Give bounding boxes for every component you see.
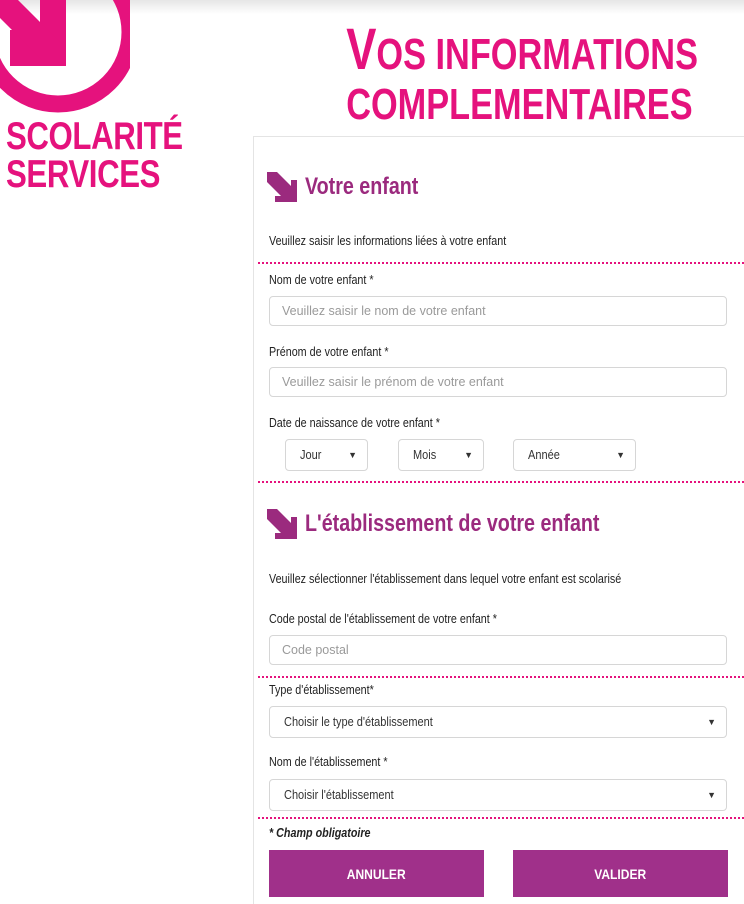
chevron-down-icon: ▼	[464, 450, 473, 460]
page-title-line-2: COMPLEMENTAIRES	[346, 80, 693, 129]
brand-line-1: SCOLARITÉ	[6, 115, 183, 158]
arrow-down-right-icon	[267, 509, 297, 539]
chevron-down-icon: ▼	[348, 450, 357, 460]
section-school-title: L'établissement de votre enfant	[305, 510, 600, 537]
section-child-description: Veuillez saisir les informations liées à…	[269, 234, 507, 248]
school-name-label: Nom de l'établissement *	[269, 755, 388, 769]
postal-code-label: Code postal de l'établissement de votre …	[269, 612, 497, 626]
chevron-down-icon: ▼	[707, 790, 716, 800]
validate-button-label: VALIDER	[594, 865, 647, 882]
dotted-separator	[258, 481, 744, 483]
cancel-button-label: ANNULER	[347, 865, 406, 882]
section-school-header: L'établissement de votre enfant	[267, 509, 664, 539]
child-name-label: Nom de votre enfant *	[269, 273, 374, 287]
dotted-separator	[258, 262, 744, 264]
birth-year-select[interactable]: Année ▼	[513, 439, 636, 471]
section-child-header: Votre enfant	[267, 172, 443, 202]
birth-month-value: Mois	[413, 448, 437, 462]
school-type-label: Type d'établissement*	[269, 683, 374, 697]
child-firstname-input[interactable]	[269, 367, 727, 397]
page-title-initial: V	[346, 17, 377, 82]
page-title: VOS INFORMATIONS COMPLEMENTAIRES	[300, 21, 720, 129]
school-type-select[interactable]: Choisir le type d'établissement ▼	[269, 706, 727, 738]
validate-button[interactable]: VALIDER	[513, 850, 728, 897]
birth-day-select[interactable]: Jour ▼	[285, 439, 368, 471]
dotted-separator	[258, 676, 744, 678]
birth-year-value: Année	[528, 448, 560, 462]
brand-logo-text: SCOLARITÉ SERVICES	[6, 115, 183, 196]
required-field-note: * Champ obligatoire	[269, 826, 371, 840]
cancel-button[interactable]: ANNULER	[269, 850, 484, 897]
brand-line-2: SERVICES	[6, 153, 161, 196]
school-name-select[interactable]: Choisir l'établissement ▼	[269, 779, 727, 811]
scolarite-logo-icon	[0, 0, 130, 118]
child-firstname-label: Prénom de votre enfant *	[269, 345, 389, 359]
birth-day-value: Jour	[300, 448, 322, 462]
page-title-line-1: OS INFORMATIONS	[376, 30, 698, 79]
school-type-value: Choisir le type d'établissement	[284, 715, 433, 729]
section-child-title: Votre enfant	[305, 173, 419, 200]
arrow-down-right-icon	[267, 172, 297, 202]
dotted-separator	[258, 817, 744, 819]
chevron-down-icon: ▼	[616, 450, 625, 460]
school-name-value: Choisir l'établissement	[284, 788, 394, 802]
birth-month-select[interactable]: Mois ▼	[398, 439, 484, 471]
postal-code-input[interactable]	[269, 635, 727, 665]
child-name-input[interactable]	[269, 296, 727, 326]
chevron-down-icon: ▼	[707, 717, 716, 727]
section-school-description: Veuillez sélectionner l'établissement da…	[269, 572, 622, 586]
child-birthdate-label: Date de naissance de votre enfant *	[269, 416, 440, 430]
